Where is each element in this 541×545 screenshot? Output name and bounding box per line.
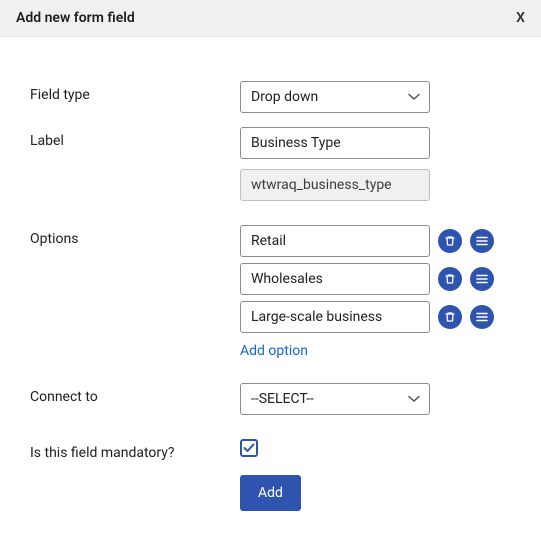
row-field-type: Field type Drop down [30, 81, 511, 113]
delete-option-button[interactable] [438, 305, 462, 329]
add-option-link[interactable]: Add option [240, 343, 308, 359]
connect-to-label: Connect to [30, 383, 240, 405]
slug-text: wtwraq_business_type [251, 177, 392, 193]
add-button[interactable]: Add [240, 475, 301, 511]
menu-icon [476, 236, 488, 246]
delete-option-button[interactable] [438, 267, 462, 291]
options-label: Options [30, 225, 240, 247]
reorder-option-button[interactable] [470, 305, 494, 329]
close-button[interactable]: X [516, 10, 525, 26]
trash-icon [444, 311, 456, 323]
option-row [240, 225, 511, 257]
row-mandatory: Is this field mandatory? [30, 439, 511, 461]
slug-display: wtwraq_business_type [240, 169, 430, 201]
reorder-option-button[interactable] [470, 229, 494, 253]
row-submit: Add [30, 475, 511, 511]
field-type-select[interactable]: Drop down [240, 81, 430, 113]
form-body: Field type Drop down Label wtwraq_busine… [0, 37, 541, 545]
option-row [240, 301, 511, 333]
mandatory-checkbox[interactable] [240, 439, 258, 457]
option-input-1[interactable] [240, 263, 430, 295]
option-row [240, 263, 511, 295]
trash-icon [444, 235, 456, 247]
dialog-title: Add new form field [16, 10, 135, 26]
delete-option-button[interactable] [438, 229, 462, 253]
option-input-2[interactable] [240, 301, 430, 333]
field-type-label: Field type [30, 81, 240, 103]
option-input-0[interactable] [240, 225, 430, 257]
label-input[interactable] [240, 127, 430, 159]
row-label: Label wtwraq_business_type [30, 127, 511, 201]
row-connect-to: Connect to --SELECT-- [30, 383, 511, 415]
reorder-option-button[interactable] [470, 267, 494, 291]
check-icon [243, 443, 255, 453]
label-field-label: Label [30, 127, 240, 149]
connect-to-select[interactable]: --SELECT-- [240, 383, 430, 415]
mandatory-label: Is this field mandatory? [30, 439, 240, 461]
menu-icon [476, 312, 488, 322]
menu-icon [476, 274, 488, 284]
row-options: Options [30, 225, 511, 359]
dialog-header: Add new form field X [0, 0, 541, 37]
trash-icon [444, 273, 456, 285]
